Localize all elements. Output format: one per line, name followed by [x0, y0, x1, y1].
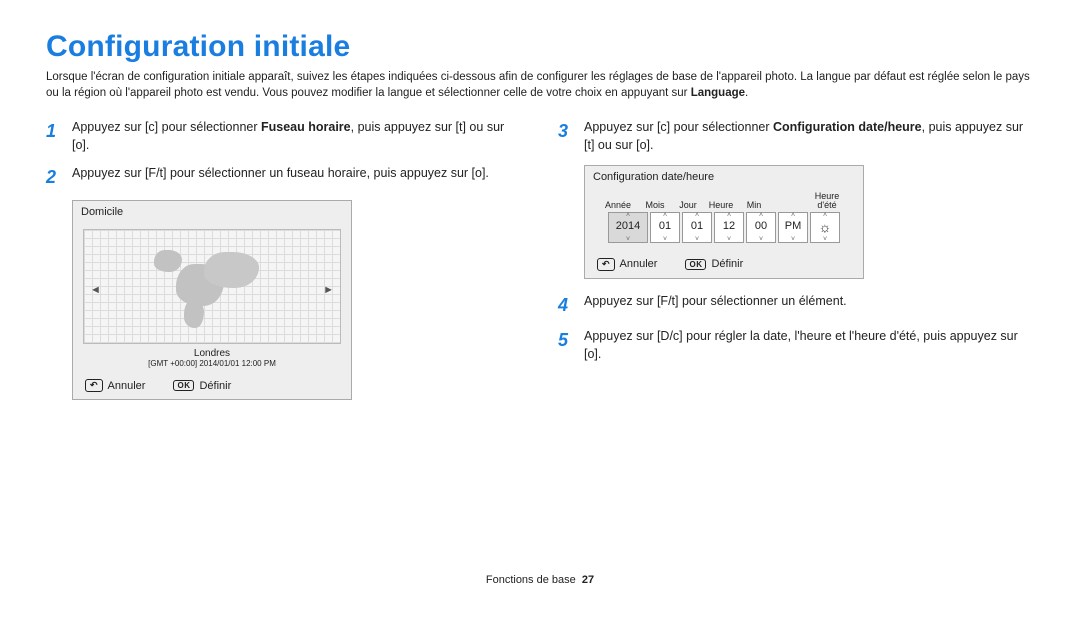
label-day: Jour — [673, 200, 703, 210]
intro-text: Lorsque l'écran de configuration initial… — [46, 71, 1030, 99]
back-icon: ↶ — [597, 258, 615, 271]
map-continent-shape — [184, 300, 204, 328]
chevron-down-icon: ˅ — [609, 236, 647, 243]
timezone-panel: Domicile ◄ ► Londres [GMT +00:00] 2014/0… — [72, 200, 352, 400]
step-number: 5 — [558, 328, 574, 364]
map-continent-shape — [154, 250, 182, 272]
label-dst: Heure d'été — [805, 192, 849, 210]
panel-title: Configuration date/heure — [585, 166, 863, 188]
map-arrow-right-icon[interactable]: ► — [323, 284, 334, 296]
step-4: 4 Appuyez sur [F/t] pour sélectionner un… — [558, 293, 1034, 319]
hour-stepper[interactable]: ˄12 ˅ — [714, 212, 744, 243]
label-hour: Heure — [706, 200, 736, 210]
step-text: Appuyez sur [F/t] pour sélectionner un f… — [72, 165, 522, 191]
selected-city: Londres — [83, 348, 341, 359]
step-2: 2 Appuyez sur [F/t] pour sélectionner un… — [46, 165, 522, 191]
intro-language-bold: Language — [691, 87, 745, 99]
gmt-timestamp: [GMT +00:00] 2014/01/01 12:00 PM — [83, 359, 341, 368]
month-value: 01 — [659, 220, 671, 232]
set-button[interactable]: OK Définir — [685, 258, 743, 270]
step1-text-a: Appuyez sur [c] pour sélectionner — [72, 120, 261, 134]
intro-paragraph: Lorsque l'écran de configuration initial… — [46, 70, 1034, 101]
step-1: 1 Appuyez sur [c] pour sélectionner Fuse… — [46, 119, 522, 155]
label-min: Min — [739, 200, 769, 210]
minute-value: 00 — [755, 220, 767, 232]
step-3: 3 Appuyez sur [c] pour sélectionner Conf… — [558, 119, 1034, 155]
chevron-up-icon: ˄ — [609, 212, 647, 219]
step-text: Appuyez sur [D/c] pour régler la date, l… — [584, 328, 1034, 364]
cancel-label: Annuler — [108, 380, 146, 392]
step-text: Appuyez sur [F/t] pour sélectionner un é… — [584, 293, 1034, 319]
day-value: 01 — [691, 220, 703, 232]
step-text: Appuyez sur [c] pour sélectionner Config… — [584, 119, 1034, 155]
chevron-up-icon: ˄ — [811, 212, 839, 219]
step3-bold: Configuration date/heure — [773, 120, 922, 134]
datetime-panel: Configuration date/heure Année Mois Jour… — [584, 165, 864, 279]
day-stepper[interactable]: ˄01 ˅ — [682, 212, 712, 243]
chevron-down-icon: ˅ — [747, 236, 775, 243]
step-number: 4 — [558, 293, 574, 319]
world-map[interactable]: ◄ ► — [83, 229, 341, 344]
year-value: 2014 — [616, 220, 640, 232]
label-month: Mois — [640, 200, 670, 210]
year-stepper[interactable]: ˄2014 ˅ — [608, 212, 648, 243]
hour-value: 12 — [723, 220, 735, 232]
minute-stepper[interactable]: ˄00 ˅ — [746, 212, 776, 243]
cancel-label: Annuler — [620, 258, 658, 270]
ok-icon: OK — [685, 259, 706, 270]
map-arrow-left-icon[interactable]: ◄ — [90, 284, 101, 296]
step-number: 1 — [46, 119, 62, 155]
chevron-up-icon: ˄ — [683, 212, 711, 219]
chevron-down-icon: ˅ — [683, 236, 711, 243]
page-footer: Fonctions de base 27 — [46, 574, 1034, 586]
step3-text-a: Appuyez sur [c] pour sélectionner — [584, 120, 773, 134]
datetime-labels: Année Mois Jour Heure Min Heure d'été — [595, 192, 853, 212]
step-number: 2 — [46, 165, 62, 191]
chevron-down-icon: ˅ — [651, 236, 679, 243]
set-label: Définir — [199, 380, 231, 392]
chevron-up-icon: ˄ — [779, 212, 807, 219]
dst-toggle[interactable]: ˄☼˅ — [810, 212, 840, 243]
chevron-down-icon: ˅ — [715, 236, 743, 243]
cancel-button[interactable]: ↶ Annuler — [85, 379, 145, 392]
sun-icon: ☼ — [819, 219, 832, 235]
ampm-value: PM — [785, 220, 802, 232]
step-text: Appuyez sur [c] pour sélectionner Fuseau… — [72, 119, 522, 155]
cancel-button[interactable]: ↶ Annuler — [597, 258, 657, 271]
left-column: 1 Appuyez sur [c] pour sélectionner Fuse… — [46, 119, 522, 414]
chevron-down-icon: ˅ — [811, 236, 839, 243]
step1-bold: Fuseau horaire — [261, 120, 351, 134]
ok-icon: OK — [173, 380, 194, 391]
back-icon: ↶ — [85, 379, 103, 392]
map-continent-shape — [204, 252, 259, 288]
right-column: 3 Appuyez sur [c] pour sélectionner Conf… — [558, 119, 1034, 414]
label-year: Année — [599, 200, 637, 210]
chevron-up-icon: ˄ — [747, 212, 775, 219]
set-button[interactable]: OK Définir — [173, 380, 231, 392]
set-label: Définir — [711, 258, 743, 270]
panel-title: Domicile — [73, 201, 351, 223]
chevron-up-icon: ˄ — [651, 212, 679, 219]
page-title: Configuration initiale — [46, 30, 1034, 64]
step-number: 3 — [558, 119, 574, 155]
chevron-up-icon: ˄ — [715, 212, 743, 219]
step-5: 5 Appuyez sur [D/c] pour régler la date,… — [558, 328, 1034, 364]
ampm-stepper[interactable]: ˄PM ˅ — [778, 212, 808, 243]
footer-page-number: 27 — [582, 574, 594, 586]
intro-text-end: . — [745, 87, 748, 99]
month-stepper[interactable]: ˄01 ˅ — [650, 212, 680, 243]
chevron-down-icon: ˅ — [779, 236, 807, 243]
footer-section: Fonctions de base — [486, 574, 576, 586]
datetime-row: ˄2014˅ ˄01˅ ˄01˅ ˄12˅ ˄00˅ ˄PM˅ ˄☼˅ — [595, 212, 853, 243]
